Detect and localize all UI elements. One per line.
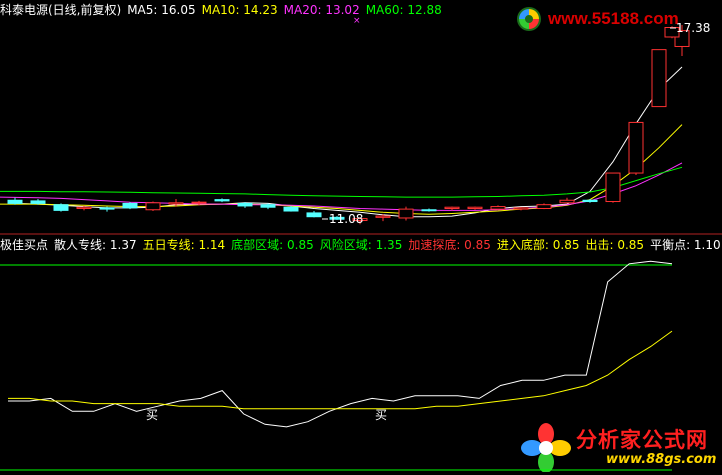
candle-body xyxy=(467,206,483,209)
candle xyxy=(306,211,322,218)
candle xyxy=(122,202,138,210)
candle xyxy=(467,206,483,210)
candle-body xyxy=(76,206,92,209)
candle-body xyxy=(214,199,230,202)
candle xyxy=(237,202,253,208)
candle-body xyxy=(444,206,460,209)
candle-body xyxy=(145,202,161,211)
candle-body xyxy=(99,207,115,210)
candle xyxy=(651,49,667,108)
ma-line-ma20 xyxy=(0,162,683,211)
candle-body xyxy=(605,172,621,203)
candle-body xyxy=(582,199,598,203)
candle-body xyxy=(375,215,391,218)
candle xyxy=(398,206,414,221)
ma-line-ma5 xyxy=(14,66,683,218)
candle-body xyxy=(30,200,46,204)
candle xyxy=(260,203,276,210)
candle xyxy=(145,201,161,212)
candle-body xyxy=(306,212,322,218)
candle-body xyxy=(168,202,184,205)
candle-body xyxy=(628,121,644,174)
candle-body xyxy=(559,199,575,204)
candle-body xyxy=(237,202,253,207)
chart-canvas: × 17.38 11.08 买 买 xyxy=(0,16,722,471)
candle-body xyxy=(651,49,667,108)
buy-signal-2: 买 xyxy=(375,408,387,422)
candle xyxy=(490,205,506,210)
candle-body xyxy=(191,201,207,204)
candle-body xyxy=(490,206,506,210)
candle-body xyxy=(421,209,437,212)
candle-body xyxy=(53,204,69,211)
candle xyxy=(559,197,575,204)
ma-line-ma60 xyxy=(0,166,683,198)
candle-body xyxy=(260,204,276,208)
candle xyxy=(628,121,644,175)
price-panel: × xyxy=(0,16,690,225)
candle-body xyxy=(536,204,552,209)
candle-body xyxy=(513,207,529,210)
candle xyxy=(53,203,69,212)
candle xyxy=(7,197,23,205)
high-price-label: 17.38 xyxy=(676,21,710,35)
ma20-marker-icon: × xyxy=(353,16,361,26)
candle xyxy=(605,172,621,203)
buy-signal-1: 买 xyxy=(146,408,158,422)
low-price-label: 11.08 xyxy=(329,212,363,226)
candle xyxy=(421,208,437,212)
candle-body xyxy=(398,208,414,219)
indicator-panel xyxy=(0,260,673,471)
candle xyxy=(536,203,552,210)
candle xyxy=(444,206,460,211)
candle xyxy=(283,205,299,212)
candle-body xyxy=(122,202,138,209)
candle-body xyxy=(283,206,299,212)
indicator-line-retail xyxy=(8,260,673,428)
candle-body xyxy=(7,199,23,204)
indicator-line-five-day xyxy=(8,330,673,410)
candle xyxy=(214,198,230,203)
candle xyxy=(30,198,46,205)
